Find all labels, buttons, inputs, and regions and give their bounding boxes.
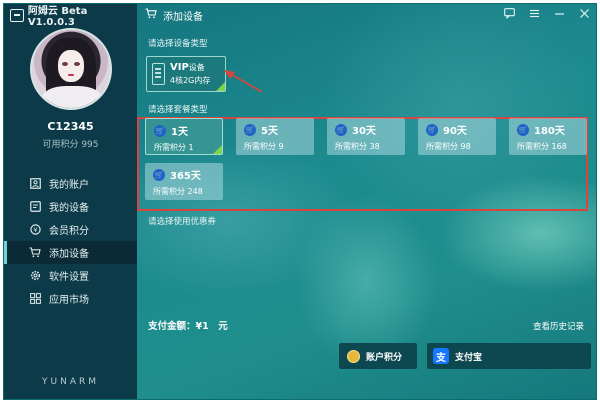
sidebar-item-app-market[interactable]: 应用市场 (4, 287, 137, 310)
close-icon[interactable] (579, 8, 590, 22)
cart-icon (29, 247, 41, 259)
cart-icon: 🛒 (154, 124, 166, 137)
alipay-icon: 支 (433, 348, 449, 364)
plan-option-5[interactable]: 🛒 180天 所需积分 168 (509, 118, 587, 155)
selected-check-icon (216, 82, 225, 91)
page-title: 添加设备 (163, 11, 203, 23)
plan-type-label: 请选择套餐类型 (148, 105, 208, 115)
plan-cost: 所需积分 98 (426, 142, 471, 151)
plan-days: 365天 (170, 171, 201, 182)
plan-cost: 所需积分 248 (153, 187, 203, 196)
chat-icon[interactable] (504, 8, 515, 22)
app-title: 阿姆云 Beta V1.0.0.3 (27, 6, 88, 28)
main-panel: 添加设备 请选择设备类型 VIP设备 4核2G内存 请选择套餐类型 🛒 1天 所… (137, 4, 596, 399)
plan-days: 180天 (534, 126, 565, 137)
coin-icon (347, 349, 360, 363)
cart-icon (145, 8, 157, 22)
sidebar-item-software-settings[interactable]: 软件设置 (4, 264, 137, 287)
plan-option-4[interactable]: 🛒 90天 所需积分 98 (418, 118, 496, 155)
avatar[interactable] (30, 28, 112, 110)
plan-cost: 所需积分 168 (517, 142, 567, 151)
sidebar-item-label: 软件设置 (49, 272, 89, 283)
sidebar-item-label: 应用市场 (49, 295, 89, 306)
device-icon (29, 201, 41, 213)
plan-option-3[interactable]: 🛒 30天 所需积分 38 (327, 118, 405, 155)
window-controls (504, 4, 590, 26)
selected-check-icon (213, 145, 222, 154)
plan-days: 90天 (443, 126, 467, 137)
brand-footer: YUNARM (42, 377, 99, 387)
account-icon (29, 178, 41, 190)
pay-with-alipay-button[interactable]: 支 支付宝 (427, 343, 591, 369)
username: C12345 (47, 120, 94, 133)
sidebar: 阿姆云 Beta V1.0.0.3 C12345 可用积分 995 我的账户 我… (4, 4, 137, 399)
pay-total: 支付金额：¥1 元 (148, 321, 228, 332)
cart-icon: 🛒 (244, 123, 256, 136)
plan-option-6[interactable]: 🛒 365天 所需积分 248 (145, 163, 223, 200)
app-title-bar: 阿姆云 Beta V1.0.0.3 (4, 4, 137, 28)
points-icon: ¥ (29, 224, 41, 236)
sidebar-item-my-account[interactable]: 我的账户 (4, 172, 137, 195)
pay-points-label: 账户积分 (366, 352, 403, 363)
sidebar-item-label: 会员积分 (49, 226, 89, 237)
sidebar-item-label: 添加设备 (49, 249, 89, 260)
sidebar-item-member-points[interactable]: ¥ 会员积分 (4, 218, 137, 241)
device-name: VIP (170, 62, 189, 73)
plan-days: 1天 (171, 127, 188, 138)
sidebar-item-my-devices[interactable]: 我的设备 (4, 195, 137, 218)
pay-with-points-button[interactable]: 账户积分 (339, 343, 417, 369)
server-icon (152, 63, 165, 85)
device-name-suffix: 设备 (188, 63, 205, 72)
minimize-icon[interactable] (554, 8, 565, 22)
svg-text:¥: ¥ (33, 226, 37, 234)
plan-option-1[interactable]: 🛒 1天 所需积分 1 (145, 118, 223, 155)
grid-icon (29, 293, 41, 305)
gear-icon (29, 270, 41, 282)
device-spec: 4核2G内存 (170, 76, 211, 85)
device-option-vip[interactable]: VIP设备 4核2G内存 (146, 56, 226, 92)
device-type-label: 请选择设备类型 (148, 39, 208, 49)
menu-icon[interactable] (529, 8, 540, 22)
plan-option-2[interactable]: 🛒 5天 所需积分 9 (236, 118, 314, 155)
sidebar-item-label: 我的设备 (49, 203, 89, 214)
history-link[interactable]: 查看历史记录 (533, 320, 584, 332)
sidebar-item-label: 我的账户 (49, 180, 89, 191)
plan-cost: 所需积分 38 (335, 142, 380, 151)
app-window: 阿姆云 Beta V1.0.0.3 C12345 可用积分 995 我的账户 我… (3, 3, 597, 400)
sidebar-nav: 我的账户 我的设备 ¥ 会员积分 添加设备 软件设置 应用市场 (4, 172, 137, 310)
plan-days: 30天 (352, 126, 376, 137)
cart-icon: 🛒 (517, 123, 529, 136)
pay-alipay-label: 支付宝 (455, 352, 483, 363)
plan-days: 5天 (261, 126, 278, 137)
coupon-label[interactable]: 请选择使用优惠券 (148, 215, 216, 227)
plan-cost: 所需积分 9 (244, 142, 284, 151)
cart-icon: 🛒 (335, 123, 347, 136)
app-logo-icon (10, 8, 24, 22)
available-points: 可用积分 995 (42, 140, 99, 150)
cart-icon: 🛒 (426, 123, 438, 136)
sidebar-item-add-device[interactable]: 添加设备 (4, 241, 137, 264)
plan-cost: 所需积分 1 (154, 143, 194, 152)
cart-icon: 🛒 (153, 168, 165, 181)
